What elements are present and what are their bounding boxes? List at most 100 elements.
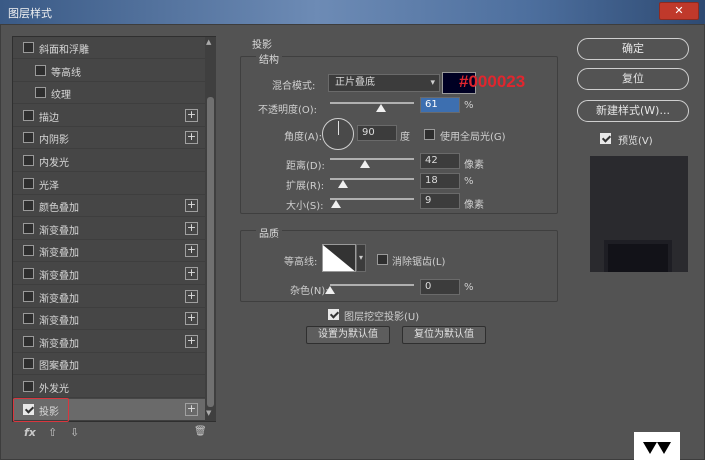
noise-slider-track[interactable] [330, 284, 414, 286]
fx-icon[interactable]: fx [24, 426, 36, 439]
reset-button[interactable]: 复位 [577, 68, 689, 90]
scroll-up-icon[interactable]: ▲ [206, 38, 211, 46]
angle-dial[interactable] [322, 118, 354, 150]
style-list-scrollbar[interactable]: ▲ ▼ [205, 37, 216, 421]
blend-mode-value: 正片叠底 [335, 77, 375, 88]
style-item-checkbox[interactable] [35, 87, 46, 99]
style-item-label: 渐变叠加 [39, 248, 79, 260]
size-slider-knob[interactable] [331, 200, 341, 208]
style-item[interactable]: 渐变叠加 + [13, 263, 205, 285]
style-item-label: 内阴影 [39, 135, 69, 147]
style-item-checkbox[interactable] [23, 222, 34, 234]
logo-ear-left [643, 442, 657, 454]
style-item-checkbox[interactable] [23, 313, 34, 325]
add-style-icon[interactable]: + [185, 199, 198, 213]
new-style-button[interactable]: 新建样式(W)... [577, 100, 689, 122]
spread-label: 扩展(R): [286, 181, 325, 192]
opacity-slider-knob[interactable] [376, 104, 386, 112]
style-item-checkbox[interactable] [23, 42, 34, 53]
watermark-logo [634, 432, 680, 460]
style-item-checkbox[interactable] [23, 155, 34, 166]
noise-slider-knob[interactable] [325, 286, 335, 294]
style-item[interactable]: 渐变叠加 + [13, 331, 205, 353]
style-item[interactable]: 渐变叠加 + [13, 286, 205, 308]
size-slider-track[interactable] [330, 198, 414, 200]
scrollbar-thumb[interactable] [207, 97, 214, 407]
style-item-label: 渐变叠加 [39, 316, 79, 328]
style-item-checkbox[interactable] [35, 64, 46, 76]
style-item-checkbox[interactable] [23, 200, 34, 212]
size-input[interactable]: 9 [420, 193, 460, 209]
style-item[interactable]: 等高线 [13, 60, 205, 82]
add-style-icon[interactable]: + [185, 402, 198, 416]
distance-input[interactable]: 42 [420, 153, 460, 169]
style-item-checkbox[interactable] [23, 109, 34, 121]
distance-slider-track[interactable] [330, 158, 414, 160]
knockout-checkbox[interactable] [328, 309, 339, 320]
antialias-label: 消除锯齿(L) [392, 257, 446, 268]
size-unit: 像素 [464, 200, 484, 211]
move-down-icon[interactable]: ⇩ [70, 426, 79, 439]
style-item-checkbox[interactable] [23, 290, 34, 302]
add-style-icon[interactable]: + [185, 289, 198, 303]
style-item-checkbox[interactable] [23, 335, 34, 347]
noise-label: 杂色(N): [290, 286, 329, 297]
add-style-icon[interactable]: + [185, 312, 198, 326]
style-item[interactable]: 内阴影 + [13, 127, 205, 150]
opacity-slider-track[interactable] [330, 102, 414, 104]
distance-unit: 像素 [464, 160, 484, 171]
set-default-button[interactable]: 设置为默认值 [306, 326, 390, 344]
style-item[interactable]: 描边 + [13, 105, 205, 127]
opacity-unit: % [464, 100, 474, 111]
add-style-icon[interactable]: + [185, 267, 198, 280]
distance-slider-knob[interactable] [360, 160, 370, 168]
trash-icon[interactable]: 🗑 [194, 426, 207, 437]
style-item[interactable]: 图案叠加 [13, 353, 205, 376]
style-item-checkbox[interactable] [23, 177, 34, 189]
style-item-checkbox[interactable] [23, 245, 34, 257]
quality-title: 品质 [256, 225, 282, 240]
move-up-icon[interactable]: ⇧ [48, 426, 57, 439]
style-item-checkbox[interactable] [23, 358, 34, 370]
noise-input[interactable]: 0 [420, 279, 460, 295]
style-item[interactable]: 渐变叠加 + [13, 308, 205, 331]
spread-input[interactable]: 18 [420, 173, 460, 189]
preview-checkbox[interactable] [600, 133, 611, 144]
style-item-label: 外发光 [39, 384, 69, 395]
style-item[interactable]: 斜面和浮雕 [13, 37, 205, 59]
style-item[interactable]: 外发光 [13, 376, 205, 398]
add-style-icon[interactable]: + [185, 334, 198, 348]
style-item-label: 光泽 [39, 180, 59, 192]
add-style-icon[interactable]: + [185, 244, 198, 258]
style-item[interactable]: 渐变叠加 + [13, 240, 205, 263]
style-item[interactable]: 颜色叠加 + [13, 195, 205, 218]
chevron-down-icon: ▾ [430, 78, 435, 88]
close-button[interactable]: ✕ [659, 2, 699, 20]
style-item[interactable]: 内发光 [13, 150, 205, 172]
style-item[interactable]: 渐变叠加 + [13, 218, 205, 240]
add-style-icon[interactable]: + [185, 221, 198, 235]
contour-dropdown[interactable]: ▾ [356, 244, 366, 272]
reset-default-button[interactable]: 复位为默认值 [402, 326, 486, 344]
style-item-label: 内发光 [39, 158, 69, 169]
antialias-checkbox[interactable] [377, 254, 388, 265]
blend-mode-select[interactable]: 正片叠底 ▾ [328, 74, 440, 92]
global-light-checkbox[interactable] [424, 129, 435, 140]
style-item-label: 描边 [39, 112, 59, 124]
add-style-icon[interactable]: + [185, 108, 198, 122]
ok-button[interactable]: 确定 [577, 38, 689, 60]
scroll-down-icon[interactable]: ▼ [206, 409, 211, 417]
style-item-label: 渐变叠加 [39, 338, 79, 350]
style-item-checkbox[interactable] [23, 381, 34, 392]
add-style-icon[interactable]: + [185, 131, 198, 145]
spread-slider-knob[interactable] [338, 180, 348, 188]
angle-input[interactable]: 90 [357, 125, 397, 141]
style-item-checkbox[interactable] [23, 268, 34, 279]
opacity-input[interactable]: 61 [420, 97, 460, 113]
contour-preview[interactable] [322, 244, 356, 272]
angle-unit: 度 [400, 132, 410, 143]
style-item[interactable]: 光泽 [13, 173, 205, 195]
style-item[interactable]: 纹理 [13, 82, 205, 105]
style-item-checkbox[interactable] [23, 132, 34, 144]
window-title: 图层样式 [8, 7, 52, 20]
